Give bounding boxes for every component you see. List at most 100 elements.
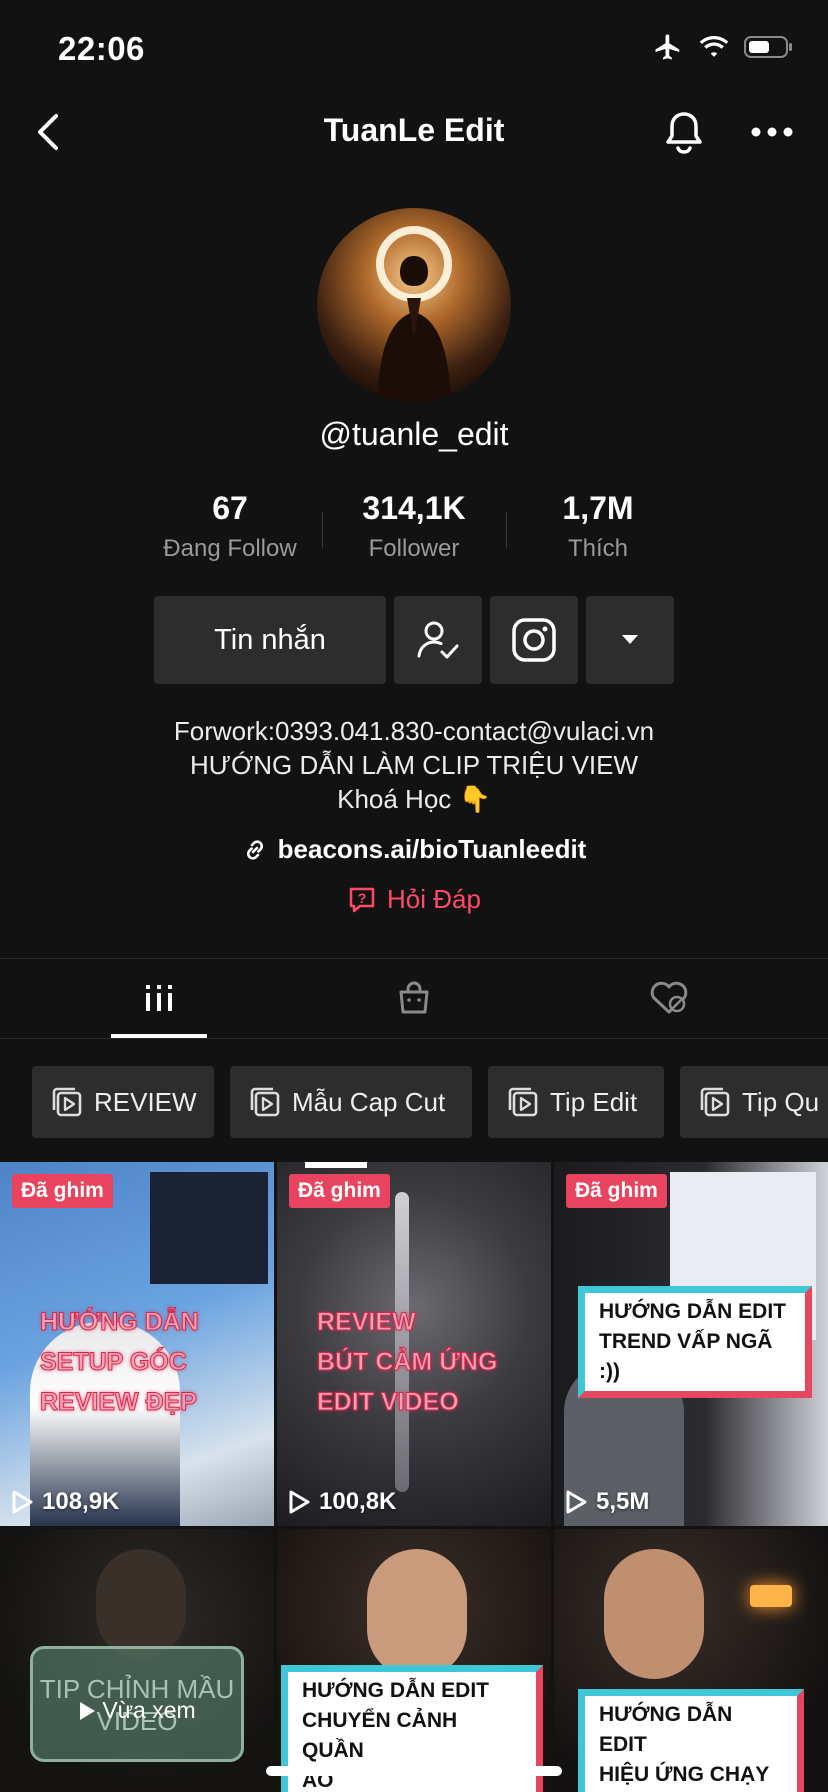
view-count: 108,9K — [10, 1488, 119, 1516]
stat-followers[interactable]: 314,1K Follower — [322, 490, 506, 563]
status-icons — [652, 32, 794, 62]
playlist-label: Tip Edit — [550, 1086, 638, 1117]
playlist-icon — [52, 1087, 82, 1117]
stat-value: 67 — [212, 490, 248, 526]
qa-label: Hỏi Đáp — [387, 884, 481, 914]
video-thumbnail[interactable]: HƯỚNG DẪN EDIT CHUYỂN CẢNH QUẦN ÁO — [277, 1529, 551, 1792]
video-thumbnail[interactable]: HƯỚNG DẪN EDIT HIỆU ỨNG CHẠY — [554, 1529, 828, 1792]
caption-line: HƯỚNG DẪN EDIT — [599, 1703, 733, 1756]
caret-down-icon — [622, 635, 638, 644]
recently-watched-label: Vừa xem — [33, 1697, 241, 1724]
caption-line: TREND VẤP NGÃ :)) — [599, 1330, 773, 1383]
more-button[interactable] — [748, 108, 796, 156]
bell-icon — [666, 112, 702, 154]
shopping-bag-icon — [399, 981, 429, 1014]
playlist-chip[interactable]: REVIEW — [32, 1066, 214, 1138]
status-time: 22:06 — [58, 30, 145, 67]
playlist-icon — [250, 1087, 280, 1117]
nav-bar: TuanLe Edit — [0, 100, 828, 164]
stat-label: Follower — [368, 535, 460, 562]
play-icon — [80, 1701, 96, 1720]
recently-watched-button[interactable]: TIP CHỈNH MẦU VIDEO Vừa xem — [30, 1646, 244, 1762]
grid-icon — [146, 985, 172, 1011]
user-check-icon — [417, 621, 459, 659]
caption-line: BÚT CẢM ỨNG — [316, 1348, 498, 1377]
home-indicator[interactable] — [266, 1766, 562, 1776]
stat-likes[interactable]: 1,7M Thích — [506, 490, 690, 563]
more-horizontal-icon — [751, 127, 793, 137]
playlist-chip[interactable]: Tip Edit — [488, 1066, 664, 1138]
bio-line: Forwork:0393.041.830-contact@vulaci.vn — [173, 716, 655, 746]
stat-label: Thích — [567, 535, 629, 562]
divider — [0, 1038, 828, 1039]
view-count-text: 108,9K — [42, 1488, 120, 1515]
instagram-icon — [512, 618, 556, 662]
play-outline-icon — [566, 1490, 587, 1514]
dropdown-button[interactable] — [586, 596, 674, 684]
stat-following[interactable]: 67 Đang Follow — [138, 490, 322, 563]
status-bar: 22:06 — [0, 0, 828, 100]
bio-link[interactable]: beacons.ai/bioTuanleedit — [0, 834, 828, 865]
caption-line: HƯỚNG DẪN EDIT — [302, 1679, 490, 1702]
video-thumbnail[interactable]: Đã ghim HƯỚNG DẪN EDIT TREND VẤP NGÃ :))… — [554, 1162, 828, 1526]
tab-shop[interactable] — [384, 978, 444, 1018]
caption-line: CHUYỂN CẢNH QUẦN — [302, 1709, 458, 1762]
recently-watched-text: Vừa xem — [102, 1697, 196, 1723]
tab-liked[interactable] — [639, 978, 699, 1018]
message-button[interactable]: Tin nhắn — [154, 596, 386, 684]
stat-label: Đang Follow — [163, 535, 297, 562]
thumbnail-caption: REVIEW BÚT CẢM ỨNG EDIT VIDEO — [316, 1302, 498, 1422]
caption-line: EDIT VIDEO — [316, 1388, 459, 1417]
avatar[interactable] — [317, 208, 511, 402]
bio: Forwork:0393.041.830-contact@vulaci.vn H… — [0, 714, 828, 816]
caption-line: REVIEW — [316, 1308, 416, 1337]
playlist-chip[interactable]: Mẫu Cap Cut — [230, 1066, 472, 1138]
playlist-icon — [508, 1087, 538, 1117]
avatar-image — [317, 208, 511, 402]
stats-row: 67 Đang Follow 314,1K Follower 1,7M Thíc… — [138, 490, 690, 563]
caption-line: HƯỚNG DẪN — [40, 1308, 200, 1337]
bio-link-text: beacons.ai/bioTuanleedit — [277, 834, 587, 864]
thumbnail-figure — [96, 1549, 186, 1659]
notification-button[interactable] — [662, 108, 706, 156]
playlist-label: Tip Qu — [742, 1086, 820, 1117]
thumbnail-light — [750, 1585, 792, 1607]
tab-videos[interactable] — [129, 978, 189, 1018]
instagram-button[interactable] — [490, 596, 578, 684]
pinned-badge: Đã ghim — [566, 1174, 667, 1208]
airplane-icon — [655, 34, 680, 60]
qa-link[interactable]: ? Hỏi Đáp — [0, 884, 828, 915]
thumbnail-figure — [367, 1549, 467, 1679]
playlist-label: Mẫu Cap Cut — [292, 1086, 446, 1117]
playlist-icon — [700, 1087, 730, 1117]
caption-line: HIỆU ỨNG CHẠY — [599, 1763, 770, 1786]
view-count-text: 5,5M — [596, 1488, 650, 1515]
divider — [0, 958, 828, 959]
profile-handle: @tuanle_edit — [319, 416, 509, 452]
bio-line: Khoá Học 👇 — [337, 784, 491, 814]
battery-icon — [744, 36, 792, 58]
video-thumbnail[interactable]: Đã ghim HƯỚNG DẪN SETUP GÓC REVIEW ĐẸP 1… — [0, 1162, 274, 1526]
link-icon — [246, 839, 263, 860]
heart-hidden-icon — [650, 981, 688, 1014]
thumbnail-caption: HƯỚNG DẪN EDIT TREND VẤP NGÃ :)) — [578, 1286, 812, 1398]
pinned-badge: Đã ghim — [289, 1174, 390, 1208]
wifi-icon — [699, 35, 729, 57]
playlist-row: REVIEW Mẫu Cap Cut Tip Edit Tip Qu — [32, 1066, 828, 1138]
thumbnail-caption: HƯỚNG DẪN EDIT HIỆU ỨNG CHẠY — [578, 1689, 804, 1792]
content-tabs — [0, 960, 828, 1038]
thumbnail-strip — [305, 1162, 367, 1168]
thumbnail-inset — [150, 1172, 268, 1284]
playlist-chip[interactable]: Tip Qu — [680, 1066, 828, 1138]
thumbnail-figure — [604, 1549, 704, 1679]
question-bubble-icon: ? — [349, 887, 375, 912]
stat-value: 314,1K — [362, 490, 466, 526]
following-button[interactable] — [394, 596, 482, 684]
svg-text:?: ? — [358, 890, 367, 906]
view-count-text: 100,8K — [319, 1488, 397, 1515]
bio-line: HƯỚNG DẪN LÀM CLIP TRIỆU VIEW — [189, 750, 639, 780]
play-outline-icon — [289, 1490, 310, 1514]
play-outline-icon — [12, 1490, 33, 1514]
view-count: 100,8K — [287, 1488, 396, 1516]
video-thumbnail[interactable]: Đã ghim REVIEW BÚT CẢM ỨNG EDIT VIDEO 10… — [277, 1162, 551, 1526]
